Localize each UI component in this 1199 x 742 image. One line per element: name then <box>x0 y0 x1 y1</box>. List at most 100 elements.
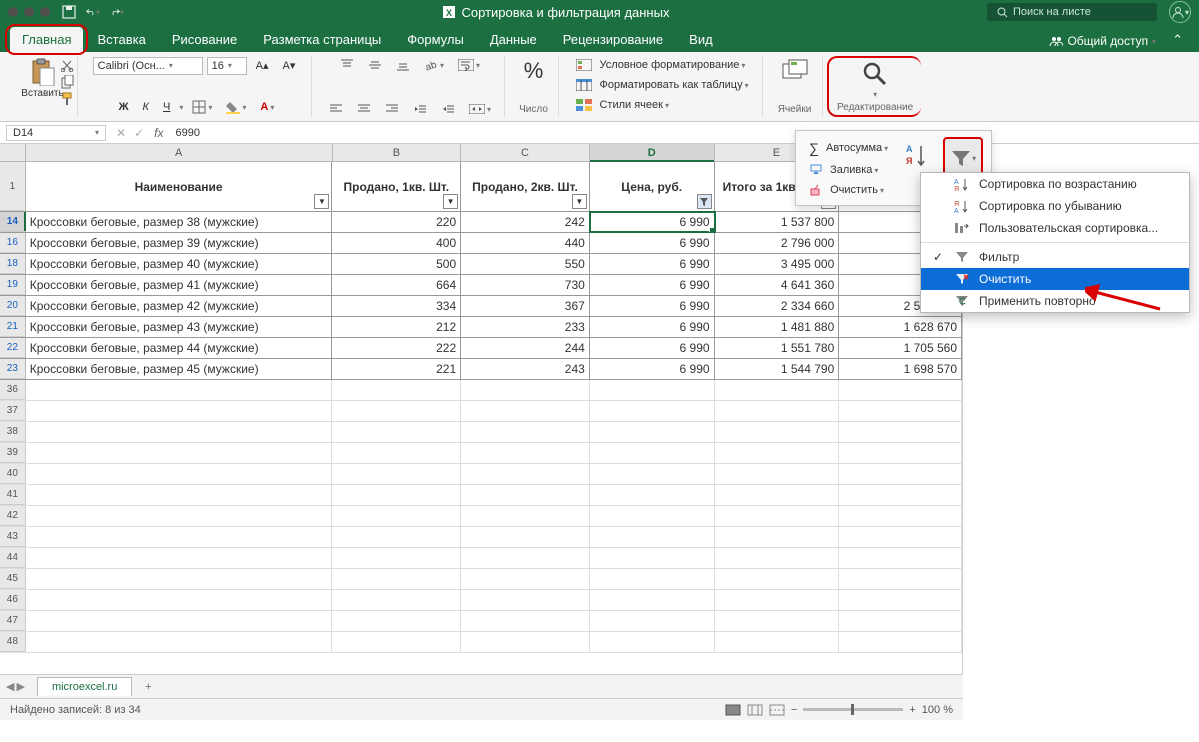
zoom-out-icon[interactable]: − <box>791 704 797 716</box>
cell[interactable] <box>590 401 715 421</box>
cell[interactable]: 400 <box>332 233 461 253</box>
format-painter-icon[interactable] <box>61 92 75 106</box>
cell[interactable] <box>590 569 715 589</box>
col-header-b[interactable]: B <box>333 144 462 161</box>
align-left-icon[interactable] <box>324 101 348 117</box>
zoom-slider[interactable] <box>803 708 903 711</box>
row-header[interactable]: 20 <box>0 296 26 316</box>
cell[interactable] <box>590 464 715 484</box>
cell[interactable] <box>461 632 590 652</box>
row-header[interactable]: 37 <box>0 401 26 421</box>
cell[interactable]: 6 990 <box>590 212 715 232</box>
tab-review[interactable]: Рецензирование <box>551 27 675 52</box>
cell[interactable] <box>332 527 461 547</box>
cell[interactable] <box>715 443 840 463</box>
sheet-nav[interactable]: ◀▶ <box>0 680 31 693</box>
cell[interactable]: 1 544 790 <box>715 359 840 379</box>
cell[interactable]: 242 <box>461 212 590 232</box>
row-header[interactable]: 18 <box>0 254 26 274</box>
cell[interactable]: 2 334 660 <box>715 296 840 316</box>
cell[interactable] <box>590 485 715 505</box>
cell[interactable] <box>332 422 461 442</box>
editing-button[interactable]: ▾ <box>857 58 893 101</box>
cell[interactable]: 6 990 <box>590 338 715 358</box>
copy-icon[interactable] <box>61 75 75 89</box>
cell[interactable] <box>839 506 962 526</box>
cell[interactable]: 334 <box>332 296 461 316</box>
row-header[interactable]: 23 <box>0 359 26 379</box>
col-header-c[interactable]: C <box>461 144 590 161</box>
cell[interactable] <box>715 401 840 421</box>
row-header[interactable]: 44 <box>0 548 26 568</box>
underline-button[interactable]: Ч <box>158 98 175 116</box>
cell[interactable]: 220 <box>332 212 461 232</box>
tab-draw[interactable]: Рисование <box>160 27 249 52</box>
tab-view[interactable]: Вид <box>677 27 725 52</box>
fx-icon[interactable]: fx <box>148 126 169 140</box>
cell[interactable] <box>26 548 333 568</box>
cell[interactable]: 1 481 880 <box>715 317 840 337</box>
cell[interactable] <box>839 464 962 484</box>
row-header[interactable]: 16 <box>0 233 26 253</box>
user-account-icon[interactable]: ▾ <box>1169 1 1191 23</box>
cell[interactable] <box>839 590 962 610</box>
cells-button[interactable] <box>777 56 813 84</box>
cell[interactable] <box>461 569 590 589</box>
share-button[interactable]: Общий доступ▾ <box>1041 30 1164 52</box>
row-header[interactable]: 14 <box>0 212 26 232</box>
cell[interactable]: 6 990 <box>590 275 715 295</box>
cell[interactable]: 244 <box>461 338 590 358</box>
cell[interactable] <box>26 443 333 463</box>
cell[interactable] <box>839 380 962 400</box>
cell[interactable]: 243 <box>461 359 590 379</box>
cell[interactable]: 500 <box>332 254 461 274</box>
cell[interactable]: 3 495 000 <box>715 254 840 274</box>
tab-formulas[interactable]: Формулы <box>395 27 476 52</box>
cell[interactable] <box>715 464 840 484</box>
header-cell[interactable]: Наименование▼ <box>26 162 333 211</box>
sheet-tab[interactable]: microexcel.ru <box>37 677 132 696</box>
tab-page-layout[interactable]: Разметка страницы <box>251 27 393 52</box>
cell[interactable] <box>590 422 715 442</box>
cell[interactable]: 2 796 000 <box>715 233 840 253</box>
cell[interactable]: 1 551 780 <box>715 338 840 358</box>
cell[interactable]: 1 698 570 <box>839 359 962 379</box>
cell[interactable]: 440 <box>461 233 590 253</box>
cell[interactable] <box>332 548 461 568</box>
cell[interactable]: 550 <box>461 254 590 274</box>
cell[interactable] <box>590 548 715 568</box>
filter-active-icon[interactable] <box>697 194 712 209</box>
cell[interactable] <box>839 611 962 631</box>
menu-sort-descending[interactable]: ЯАСортировка по убыванию <box>921 195 1189 217</box>
search-input[interactable]: Поиск на листе <box>987 3 1157 21</box>
font-name-combo[interactable]: Calibri (Осн...▾ <box>93 57 203 75</box>
filter-dropdown-icon[interactable]: ▼ <box>572 194 587 209</box>
cell[interactable] <box>715 506 840 526</box>
align-center-icon[interactable] <box>352 101 376 117</box>
tab-insert[interactable]: Вставка <box>85 27 157 52</box>
cell[interactable]: Кроссовки беговые, размер 45 (мужские) <box>26 359 333 379</box>
row-header[interactable]: 45 <box>0 569 26 589</box>
cell-styles-button[interactable]: Стили ячеек ▾ <box>571 96 674 114</box>
cell[interactable] <box>461 380 590 400</box>
cell[interactable]: Кроссовки беговые, размер 42 (мужские) <box>26 296 333 316</box>
cell[interactable] <box>839 443 962 463</box>
spreadsheet-grid[interactable]: A B C D E F 1 Наименование▼ Продано, 1кв… <box>0 144 963 674</box>
cell[interactable] <box>332 485 461 505</box>
row-header[interactable]: 40 <box>0 464 26 484</box>
cell[interactable] <box>332 506 461 526</box>
row-header[interactable]: 38 <box>0 422 26 442</box>
row-header[interactable]: 43 <box>0 527 26 547</box>
cell[interactable] <box>590 632 715 652</box>
cell[interactable]: 367 <box>461 296 590 316</box>
cell[interactable]: Кроссовки беговые, размер 41 (мужские) <box>26 275 333 295</box>
cell[interactable] <box>332 464 461 484</box>
cell[interactable]: 730 <box>461 275 590 295</box>
zoom-level[interactable]: 100 % <box>922 704 953 716</box>
cell[interactable] <box>715 422 840 442</box>
cell[interactable]: 6 990 <box>590 233 715 253</box>
cell[interactable] <box>590 380 715 400</box>
wrap-text-icon[interactable]: ▾ <box>453 56 485 74</box>
cell[interactable]: Кроссовки беговые, размер 43 (мужские) <box>26 317 333 337</box>
fill-button[interactable]: Заливка ▾ <box>804 161 883 179</box>
